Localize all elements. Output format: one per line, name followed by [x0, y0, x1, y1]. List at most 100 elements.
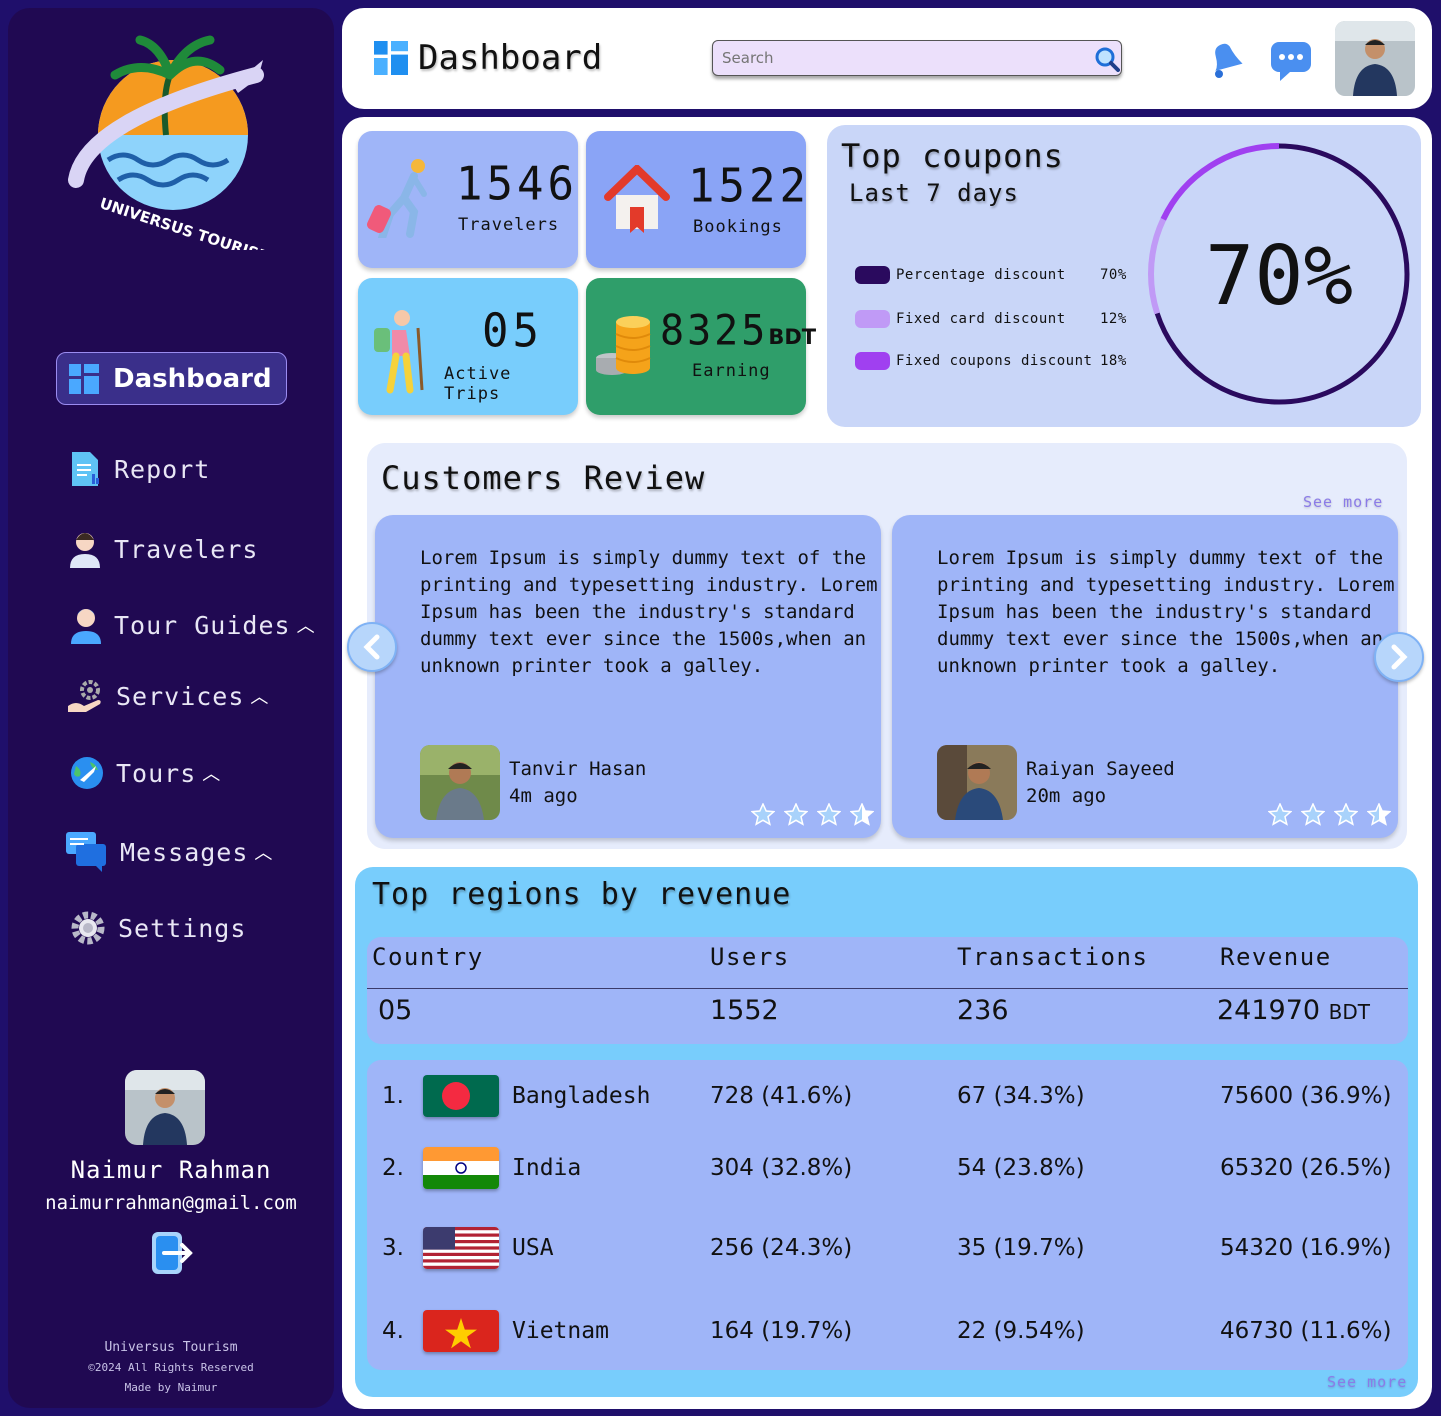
column-header-country: Country: [372, 943, 484, 971]
universus-tourism-logo: UNIVERSUS TOURISM: [68, 35, 268, 250]
search-input[interactable]: [712, 40, 1122, 76]
earning-label: Earning: [692, 361, 771, 381]
sidebar-item-travelers[interactable]: Travelers: [68, 530, 258, 568]
reviews-see-more-link[interactable]: See more: [1303, 493, 1383, 511]
services-icon: [68, 680, 101, 712]
summary-country-count: 05: [378, 995, 413, 1026]
coupons-subtitle: Last 7 days: [849, 179, 1019, 207]
messages-icon: [66, 832, 106, 872]
sidebar-footer: Universus Tourism ©2024 All Rights Reser…: [8, 1338, 334, 1398]
regions-title: Top regions by revenue: [372, 877, 792, 912]
india-flag-icon: [423, 1147, 499, 1189]
logout-button[interactable]: [148, 1230, 196, 1280]
earning-value: 8325: [660, 306, 769, 356]
review-rating: [751, 803, 874, 827]
sidebar: UNIVERSUS TOURISM Dashboard Report Trave…: [8, 8, 334, 1408]
sidebar-item-label: Dashboard: [113, 363, 272, 394]
sidebar-item-settings[interactable]: Settings: [70, 910, 246, 946]
row-revenue: 75600 (36.9%): [1220, 1083, 1392, 1109]
active-trips-label: Active Trips: [444, 364, 512, 404]
top-header: Dashboard: [342, 8, 1432, 109]
stat-card-earning: 8325 BDT Earning: [586, 278, 816, 415]
customers-review-section: Customers Review See more Lorem Ipsum is…: [367, 443, 1407, 849]
dashboard-icon: [374, 41, 408, 75]
coupons-total: 70%: [1205, 229, 1353, 324]
coupon-legend-fixed-card: Fixed card discount 12%: [855, 310, 1127, 328]
logout-icon: [152, 1232, 193, 1274]
review-text: Lorem Ipsum is simply dummy text of the …: [937, 547, 1395, 677]
legend-value: 70%: [1100, 267, 1127, 283]
tour-guide-icon: [71, 609, 101, 644]
sidebar-item-label: Services: [116, 681, 245, 711]
traveler-icon: [70, 533, 100, 568]
regions-table-header: Country Users Transactions Revenue 05 15…: [367, 937, 1408, 1044]
earning-unit: BDT: [768, 325, 817, 349]
sidebar-item-label: Tours: [116, 758, 197, 788]
regions-table-body: 1. Bangladesh 728 (41.6%) 67 (34.3%) 756…: [367, 1060, 1408, 1370]
row-transactions: 67 (34.3%): [957, 1083, 1085, 1109]
chevron-right-icon: [1391, 644, 1408, 670]
row-users: 304 (32.8%): [710, 1155, 853, 1181]
page-title-text: Dashboard: [418, 38, 603, 78]
reviews-next-button[interactable]: [1374, 632, 1424, 682]
table-row: 4. Vietnam 164 (19.7%) 22 (9.54%) 46730 …: [367, 1310, 1408, 1360]
chevron-up-icon[interactable]: ︿: [297, 612, 316, 638]
search-icon[interactable]: [1094, 46, 1120, 72]
star-half-icon: [850, 803, 874, 826]
chat-icon[interactable]: [1270, 40, 1312, 82]
regions-see-more-link[interactable]: See more: [1327, 1373, 1407, 1391]
review-card: Lorem Ipsum is simply dummy text of the …: [375, 515, 881, 838]
chevron-up-icon[interactable]: ︿: [202, 760, 221, 786]
sidebar-item-label: Messages: [120, 837, 249, 867]
row-users: 164 (19.7%): [710, 1318, 853, 1344]
travelers-count: 1546: [456, 157, 578, 212]
legend-swatch: [855, 310, 890, 328]
column-header-transactions: Transactions: [957, 943, 1149, 971]
row-revenue: 46730 (11.6%): [1220, 1318, 1392, 1344]
hiker-icon: [374, 310, 424, 394]
sidebar-item-dashboard[interactable]: Dashboard: [56, 352, 287, 405]
sidebar-item-tours[interactable]: Tours ︿: [70, 756, 221, 790]
reviewer-info: Tanvir Hasan 4m ago: [509, 756, 646, 810]
review-text: Lorem Ipsum is simply dummy text of the …: [420, 547, 878, 677]
top-coupons-card: Top coupons Last 7 days Percentage disco…: [827, 125, 1421, 427]
reviewer-avatar: [420, 745, 500, 820]
sidebar-item-tour-guides[interactable]: Tour Guides ︿: [70, 606, 316, 644]
row-transactions: 22 (9.54%): [957, 1318, 1085, 1344]
reviewer-name: Tanvir Hasan: [509, 758, 647, 780]
profile-name: Naimur Rahman: [70, 1156, 272, 1184]
footer-brand: Universus Tourism: [104, 1340, 238, 1355]
vietnam-flag-icon: [423, 1310, 499, 1352]
table-row: 3. USA 256 (24.3%) 35 (19.7%) 54320 (16.…: [367, 1227, 1408, 1277]
profile-avatar[interactable]: [125, 1070, 205, 1145]
legend-label: Percentage discount: [896, 267, 1066, 283]
summary-revenue: 241970 BDT: [1217, 995, 1370, 1026]
chevron-up-icon[interactable]: ︿: [250, 683, 269, 709]
globe-plane-icon: [71, 757, 103, 789]
coupons-donut-chart: 70%: [1148, 143, 1410, 405]
main-content: 1546 Travelers 1522 Bookings 05 Active T…: [342, 117, 1432, 1409]
bell-icon[interactable]: [1207, 40, 1243, 80]
chevron-up-icon[interactable]: ︿: [254, 839, 273, 865]
summary-revenue-unit: BDT: [1328, 1000, 1371, 1024]
header-avatar[interactable]: [1335, 21, 1415, 96]
row-rank: 1.: [382, 1083, 404, 1109]
legend-swatch: [855, 352, 890, 370]
sidebar-item-label: Report: [114, 454, 211, 484]
coins-icon: [596, 316, 651, 375]
coupon-legend-fixed-coupons: Fixed coupons discount 18%: [855, 352, 1127, 370]
sidebar-item-label: Tour Guides: [114, 610, 291, 640]
sidebar-item-messages[interactable]: Messages ︿: [66, 832, 273, 872]
row-transactions: 54 (23.8%): [957, 1155, 1085, 1181]
sidebar-item-services[interactable]: Services ︿: [66, 678, 269, 714]
gear-icon: [71, 911, 105, 945]
dashboard-icon: [69, 363, 99, 394]
legend-value: 12%: [1100, 311, 1127, 327]
coupon-legend-percentage: Percentage discount 70%: [855, 266, 1127, 284]
summary-transactions: 236: [957, 995, 1009, 1026]
footer-copyright: ©2024 All Rights Reserved: [88, 1361, 254, 1374]
sidebar-item-report[interactable]: Report: [70, 452, 210, 486]
report-icon: [72, 452, 99, 486]
review-card: Lorem Ipsum is simply dummy text of the …: [892, 515, 1398, 838]
reviews-prev-button[interactable]: [347, 622, 397, 672]
